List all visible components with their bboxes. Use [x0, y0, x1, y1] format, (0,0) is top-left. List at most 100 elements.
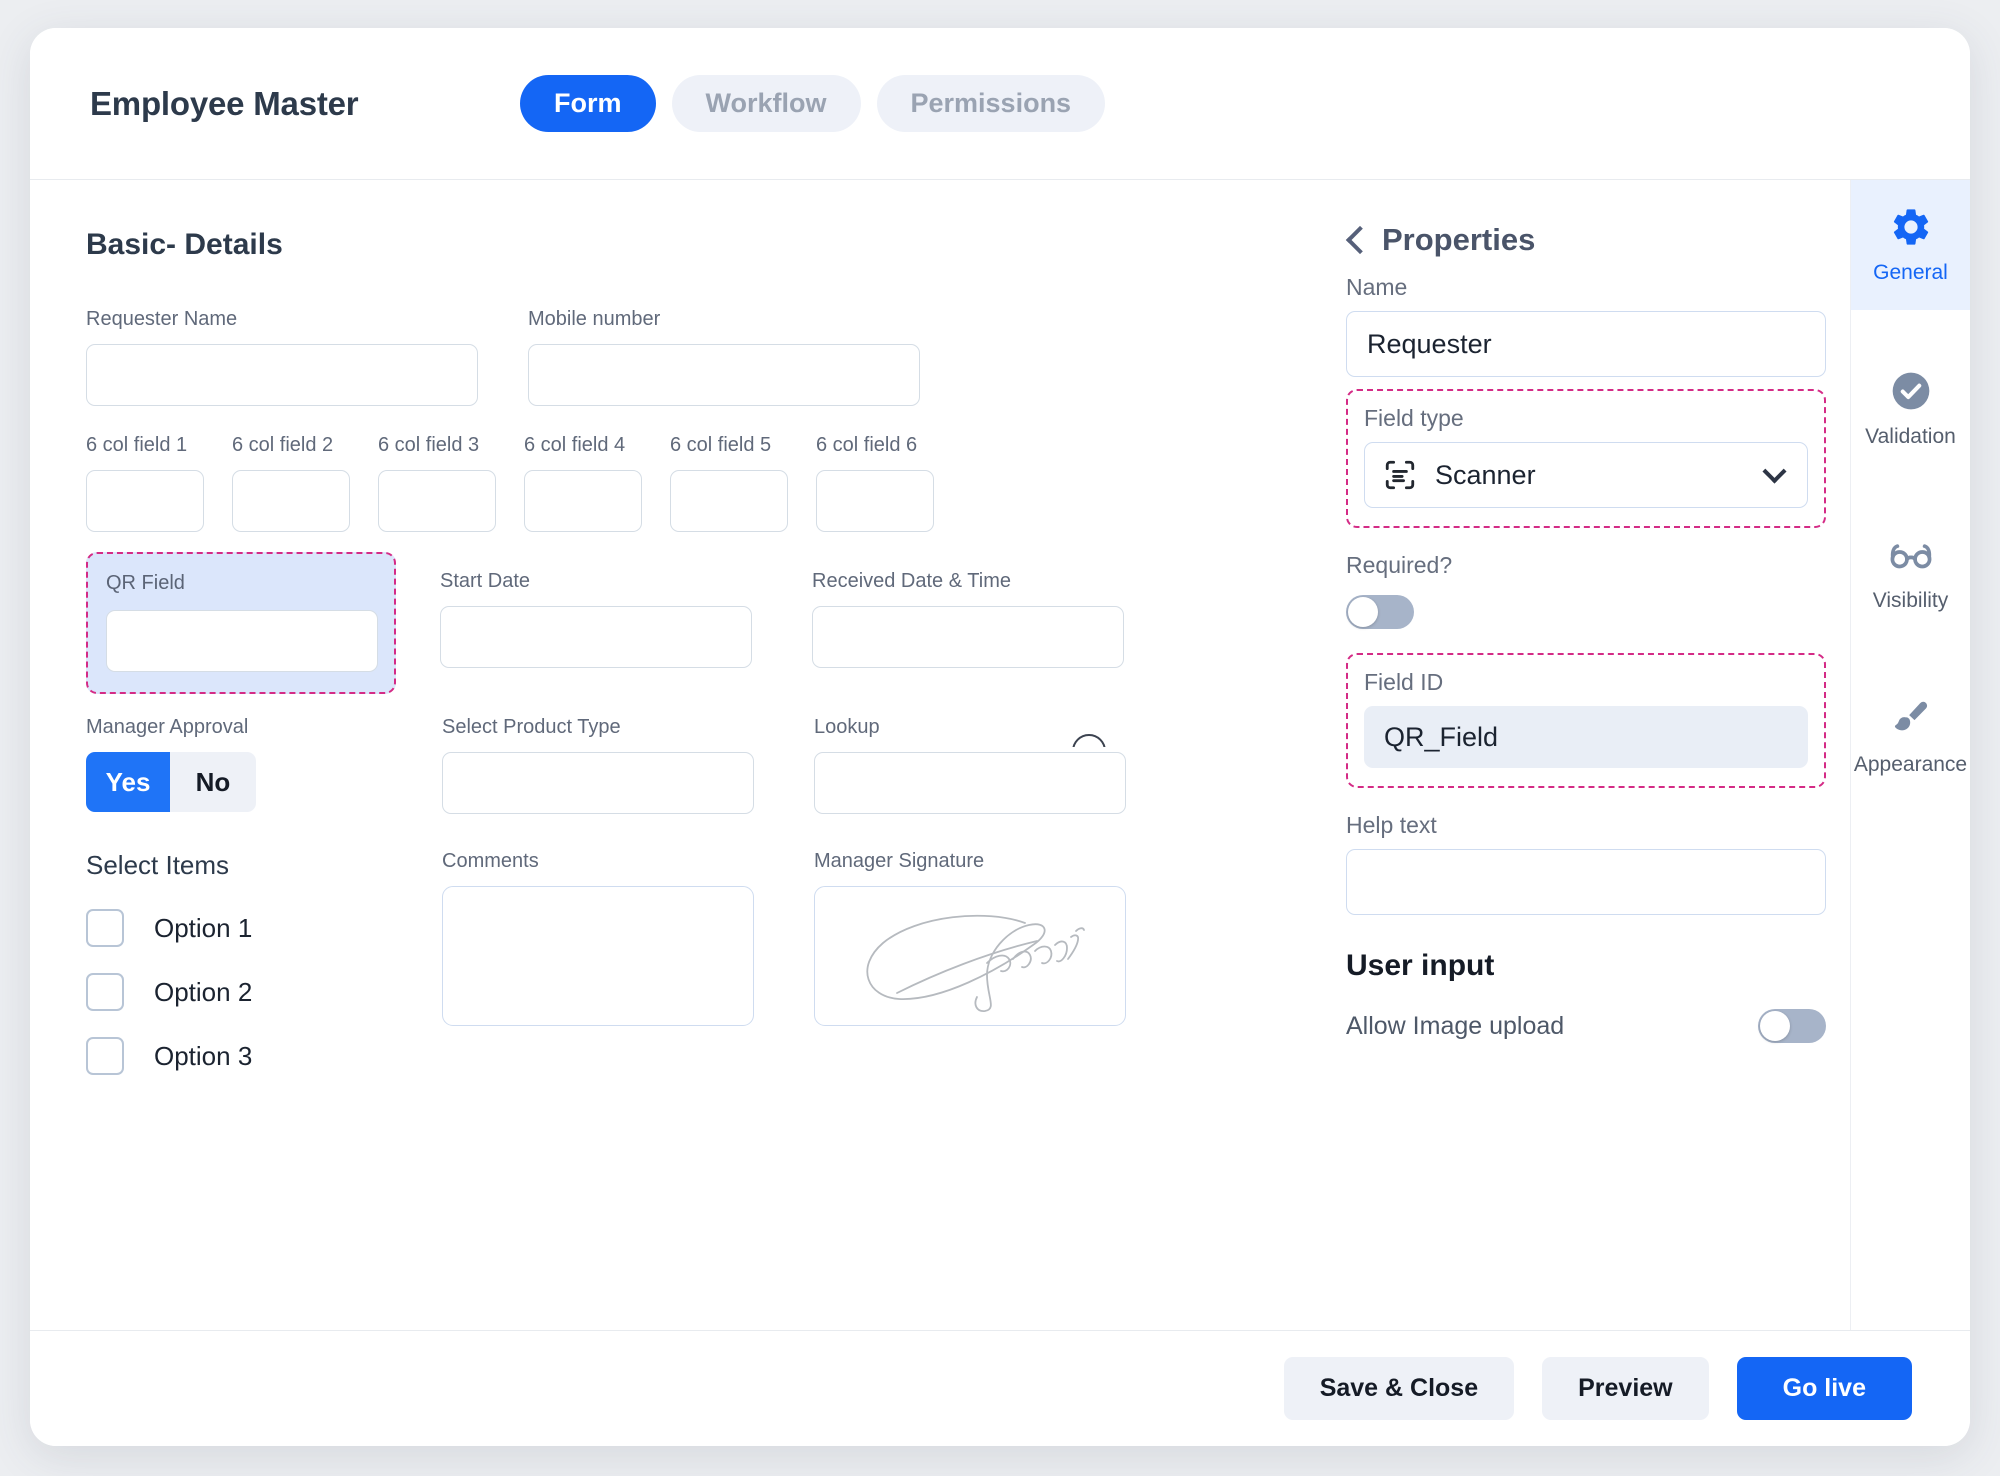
field-lookup: Lookup — [814, 716, 1126, 814]
field-6col-5: 6 col field 5 — [670, 434, 788, 532]
field-label: Start Date — [440, 570, 531, 592]
chevron-left-icon[interactable] — [1345, 225, 1375, 255]
properties-header: Properties — [1345, 222, 1826, 258]
checkbox-label: Option 2 — [154, 976, 253, 1007]
field-label: Manager Signature — [814, 850, 985, 872]
tab-workflow[interactable]: Workflow — [671, 75, 861, 132]
tab-permissions[interactable]: Permissions — [876, 75, 1106, 132]
field-label: 6 col field 1 — [86, 434, 188, 456]
toggle-knob — [1348, 597, 1378, 627]
toggle-knob — [1760, 1011, 1790, 1041]
manager-approval-no[interactable]: No — [170, 752, 256, 812]
field-label: Select Product Type — [442, 716, 621, 738]
go-live-button[interactable]: Go live — [1736, 1357, 1912, 1420]
field-type-value: Scanner — [1435, 459, 1536, 490]
received-date-time-input[interactable] — [812, 606, 1124, 668]
checkbox-label: Option 3 — [154, 1040, 253, 1071]
checkbox-row[interactable]: Option 2 — [86, 973, 398, 1011]
form-row-4: Manager Approval Yes No Select Product T… — [86, 716, 1274, 814]
user-input-heading: User input — [1346, 949, 1495, 982]
six-col-input-2[interactable] — [232, 470, 350, 532]
rail-spacer — [1851, 310, 1970, 344]
qr-field-input[interactable] — [106, 610, 378, 672]
name-input[interactable]: Requester — [1346, 311, 1826, 377]
property-field-id-group: Field ID QR_Field — [1346, 653, 1826, 788]
six-col-input-6[interactable] — [816, 470, 934, 532]
properties-panel: Properties Name Requester Field type Sca… — [1330, 180, 1850, 1330]
glasses-icon — [1890, 544, 1931, 569]
checkbox-option-1[interactable] — [86, 909, 124, 947]
field-id-input[interactable]: QR_Field — [1364, 706, 1808, 768]
app-body: Basic- Details Requester Name Mobile num… — [30, 180, 1970, 1330]
field-6col-3: 6 col field 3 — [378, 434, 496, 532]
field-label: Requester Name — [86, 308, 238, 330]
checkbox-option-3[interactable] — [86, 1037, 124, 1075]
allow-image-upload-toggle[interactable] — [1758, 1009, 1826, 1043]
allow-image-upload-row: Allow Image upload — [1346, 1009, 1826, 1043]
field-id-label: Field ID — [1364, 669, 1444, 695]
field-select-product-type: Select Product Type — [442, 716, 754, 814]
required-label: Required? — [1346, 552, 1453, 578]
six-col-input-3[interactable] — [378, 470, 496, 532]
select-items-label: Select Items — [86, 850, 230, 880]
six-col-input-1[interactable] — [86, 470, 204, 532]
field-type-select[interactable]: Scanner — [1364, 442, 1808, 508]
field-select-items: Select Items Option 1 Option 2 Option 3 — [86, 850, 398, 1101]
field-manager-signature: Manager Signature — [814, 850, 1126, 1026]
field-qr-selected[interactable]: QR Field — [86, 552, 396, 694]
checkbox-row[interactable]: Option 3 — [86, 1037, 398, 1075]
field-label: 6 col field 6 — [816, 434, 918, 456]
rail-item-visibility[interactable]: Visibility — [1851, 508, 1970, 638]
property-field-type-group: Field type Scanner — [1346, 389, 1826, 528]
save-and-close-button[interactable]: Save & Close — [1283, 1357, 1515, 1420]
tab-form[interactable]: Form — [520, 75, 656, 132]
select-product-type-input[interactable] — [442, 752, 754, 814]
manager-approval-yes[interactable]: Yes — [86, 752, 170, 812]
scanner-icon — [1385, 460, 1415, 490]
field-label: Mobile number — [528, 308, 661, 330]
field-start-date: Start Date — [440, 552, 752, 668]
lookup-input[interactable] — [814, 752, 1126, 814]
rail-item-validation[interactable]: Validation — [1851, 344, 1970, 474]
field-6col-2: 6 col field 2 — [232, 434, 350, 532]
app-header: Employee Master Form Workflow Permission… — [30, 28, 1970, 180]
checkbox-row[interactable]: Option 1 — [86, 909, 398, 947]
field-label: QR Field — [106, 572, 185, 594]
rail-label: Appearance — [1853, 753, 1968, 776]
rail-item-appearance[interactable]: Appearance — [1851, 672, 1970, 802]
comments-textarea[interactable] — [442, 886, 754, 1026]
rail-label: Validation — [1865, 425, 1956, 448]
required-toggle[interactable] — [1346, 595, 1414, 629]
preview-button[interactable]: Preview — [1542, 1357, 1709, 1420]
paint-brush-icon — [1894, 701, 1927, 731]
form-row-5: Select Items Option 1 Option 2 Option 3 — [86, 850, 1274, 1101]
help-text-input[interactable] — [1346, 849, 1826, 915]
tab-bar: Form Workflow Permissions — [520, 75, 1106, 132]
field-manager-approval: Manager Approval Yes No — [86, 716, 398, 812]
property-required-group: Required? — [1346, 552, 1826, 629]
field-label: Lookup — [814, 716, 880, 738]
field-label: Manager Approval — [86, 716, 249, 738]
allow-image-upload-label: Allow Image upload — [1346, 1011, 1565, 1040]
rail-item-general[interactable]: General — [1851, 180, 1970, 310]
page-title: Employee Master — [90, 84, 359, 122]
field-requester-name: Requester Name — [86, 308, 478, 406]
field-6col-1: 6 col field 1 — [86, 434, 204, 532]
checkbox-option-2[interactable] — [86, 973, 124, 1011]
rail-spacer — [1851, 638, 1970, 672]
manager-signature-pad[interactable] — [814, 886, 1126, 1026]
name-label: Name — [1346, 274, 1408, 300]
property-help-text-group: Help text — [1346, 812, 1826, 915]
requester-name-input[interactable] — [86, 344, 478, 406]
start-date-input[interactable] — [440, 606, 752, 668]
field-6col-4: 6 col field 4 — [524, 434, 642, 532]
field-label: 6 col field 3 — [378, 434, 480, 456]
rail-label: General — [1873, 261, 1948, 284]
field-type-label: Field type — [1364, 405, 1464, 431]
six-col-input-4[interactable] — [524, 470, 642, 532]
field-label: 6 col field 2 — [232, 434, 334, 456]
section-title: Basic- Details — [86, 228, 283, 261]
six-col-input-5[interactable] — [670, 470, 788, 532]
mobile-number-input[interactable] — [528, 344, 920, 406]
manager-approval-toggle-group: Yes No — [86, 752, 398, 812]
